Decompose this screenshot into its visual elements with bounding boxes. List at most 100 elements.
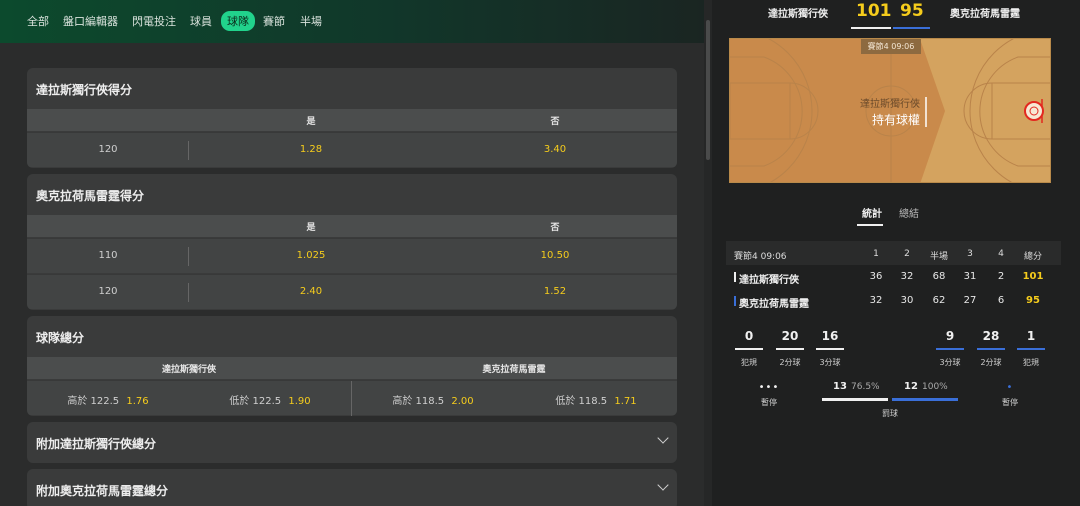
market-row: 120 1.28 3.40	[27, 132, 677, 167]
chevron-down-icon[interactable]	[657, 432, 669, 444]
team-name: 奧克拉荷馬雷霆	[739, 299, 809, 310]
possession-label: 持有球權	[871, 113, 920, 127]
away-score: 95	[900, 1, 924, 21]
odd-no[interactable]: 10.50	[541, 250, 570, 261]
market-card-team-totals: 球隊總分 達拉斯獨行俠 奧克拉荷馬雷霆 高於 122.5 1.76 低於 122…	[27, 316, 677, 416]
divider	[188, 247, 189, 266]
no-header: 否	[550, 223, 560, 233]
market-title[interactable]: 奧克拉荷馬雷霆得分	[36, 187, 144, 204]
live-match-pane: 達拉斯獨行俠 101 95 奧克拉荷馬雷霆 賽節4 09:06 達拉斯獨行俠 持…	[712, 0, 1080, 506]
away-ft-made: 12	[904, 381, 918, 392]
home-2pt-value: 20	[781, 329, 799, 343]
court-visualizer: 賽節4 09:06 達拉斯獨行俠 持有球權	[729, 38, 1051, 183]
yes-header: 是	[306, 223, 316, 233]
away-2pt-label: 2分球	[980, 358, 1002, 367]
away-ft-bar	[892, 398, 958, 401]
under-cell[interactable]: 低於 122.5 1.90	[229, 392, 310, 407]
score-q2: 30	[900, 295, 914, 306]
divider	[351, 381, 352, 416]
home-fouls-label: 犯規	[741, 358, 757, 367]
under-label: 低於 118.5	[555, 396, 608, 407]
market-title: 附加達拉斯獨行俠總分	[36, 437, 157, 451]
home-ft-bar	[822, 398, 888, 401]
market-header-row: 是 否	[27, 109, 677, 131]
under-label: 低於 122.5	[229, 396, 282, 407]
col-q2: 2	[904, 249, 910, 259]
home-ft-made: 13	[833, 381, 847, 392]
odd-yes[interactable]: 1.28	[300, 144, 322, 155]
tab-quarters[interactable]: 賽節	[263, 13, 285, 29]
team1-header: 達拉斯獨行俠	[161, 365, 217, 375]
line-value: 120	[98, 144, 118, 155]
market-row: 高於 122.5 1.76 低於 122.5 1.90 高於 118.5 2.0…	[27, 380, 677, 416]
col-half: 半場	[929, 252, 949, 262]
odd-yes[interactable]: 1.025	[297, 250, 326, 261]
tab-summary[interactable]: 總結	[899, 205, 919, 220]
tab-players[interactable]: 球員	[190, 13, 212, 29]
over-cell[interactable]: 高於 122.5 1.76	[67, 392, 148, 407]
market-card-extra-away-total[interactable]: 附加奧克拉荷馬雷霆總分	[27, 469, 677, 506]
odd-no[interactable]: 3.40	[544, 144, 566, 155]
home-score-underline	[851, 27, 891, 29]
market-card-extra-home-total[interactable]: 附加達拉斯獨行俠總分	[27, 422, 677, 463]
tab-bet-builder[interactable]: 盤口編輯器	[63, 13, 118, 29]
home-3pt-label: 3分球	[819, 358, 841, 367]
stat-bar	[936, 348, 964, 350]
away-2pt-value: 28	[982, 329, 1000, 343]
divider	[188, 141, 189, 160]
away-fouls-value: 1	[1026, 329, 1036, 343]
odd-value: 2.00	[451, 396, 474, 407]
over-cell[interactable]: 高於 118.5 2.00	[392, 392, 473, 407]
team-color-bar	[734, 296, 736, 306]
score-q4: 2	[997, 271, 1005, 282]
away-timeouts-label: 暫停	[1002, 398, 1018, 407]
score-q2: 32	[900, 271, 914, 282]
score-q3: 27	[963, 295, 977, 306]
market-title: 附加奧克拉荷馬雷霆總分	[36, 484, 169, 498]
tab-lightning-bet[interactable]: 閃電投注	[132, 13, 176, 29]
free-throws-label: 罰球	[882, 409, 898, 418]
col-q3: 3	[967, 249, 973, 259]
scrollbar-thumb[interactable]	[706, 20, 710, 160]
away-team-name: 奧克拉荷馬雷霆	[950, 9, 1020, 20]
tab-stats[interactable]: 統計	[862, 205, 882, 220]
market-tabs: 全部 盤口編輯器 閃電投注 球員 球隊 賽節 半場	[0, 0, 704, 43]
team-name: 達拉斯獨行俠	[739, 275, 799, 286]
tab-half[interactable]: 半場	[300, 13, 322, 29]
under-cell[interactable]: 低於 118.5 1.71	[555, 392, 636, 407]
home-3pt-value: 16	[821, 329, 839, 343]
score-q1: 36	[869, 271, 883, 282]
col-total: 總分	[1023, 252, 1043, 262]
period-table-header: 賽節4 09:06 1 2 半場 3 4 總分	[726, 241, 1061, 265]
away-3pt-label: 3分球	[939, 358, 961, 367]
odd-no[interactable]: 1.52	[544, 286, 566, 297]
tab-all[interactable]: 全部	[27, 13, 49, 29]
possession-box: 達拉斯獨行俠 持有球權	[810, 39, 920, 182]
home-ft-pct: 76.5%	[851, 382, 880, 392]
odd-yes[interactable]: 2.40	[300, 286, 322, 297]
home-timeouts-label: 暫停	[761, 398, 777, 407]
market-card-away-points: 奧克拉荷馬雷霆得分 是 否 110 1.025 10.50 120 2.40 1…	[27, 174, 677, 310]
score-total: 95	[1026, 295, 1040, 306]
odd-value: 1.76	[126, 396, 149, 407]
home-team-name: 達拉斯獨行俠	[768, 9, 828, 20]
market-title[interactable]: 球隊總分	[36, 329, 84, 346]
over-label: 高於 118.5	[392, 396, 445, 407]
home-fouls-value: 0	[744, 329, 754, 343]
score-q3: 31	[963, 271, 977, 282]
line-value: 110	[98, 250, 118, 261]
home-score: 101	[856, 1, 892, 21]
away-3pt-value: 9	[945, 329, 955, 343]
col-q1: 1	[873, 249, 879, 259]
stat-bar	[735, 348, 763, 350]
score-q4: 6	[997, 295, 1005, 306]
col-q4: 4	[998, 249, 1004, 259]
chevron-down-icon[interactable]	[657, 479, 669, 491]
away-ft-pct: 100%	[922, 382, 948, 392]
home-2pt-label: 2分球	[779, 358, 801, 367]
tab-teams[interactable]: 球隊	[221, 11, 255, 31]
market-header-row: 是 否	[27, 215, 677, 237]
market-title[interactable]: 達拉斯獨行俠得分	[36, 81, 132, 98]
home-timeouts-dots-icon: •••	[758, 382, 780, 393]
score-total: 101	[1022, 271, 1044, 282]
